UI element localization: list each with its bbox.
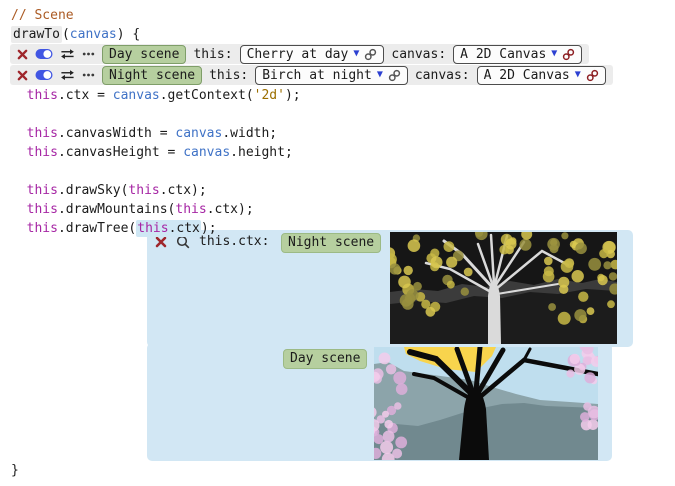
keyword-this: this <box>128 183 159 198</box>
toggle-on-icon[interactable] <box>35 69 53 81</box>
code-line: } <box>0 461 675 480</box>
code-text: .drawMountains( <box>58 202 175 217</box>
canvas-dropdown-value: A 2D Canvas <box>460 47 546 62</box>
code-text: .getContext( <box>160 88 254 103</box>
night-scene-canvas <box>390 232 617 344</box>
this-label: this: <box>193 47 232 62</box>
punct: ( <box>62 27 70 42</box>
this-dropdown-value: Cherry at day <box>247 47 349 62</box>
watch-row-day: Day scene this: Cherry at day ▼ canvas: … <box>10 44 589 64</box>
keyword-this: this <box>27 221 58 236</box>
code-line: this.drawTree(this.ctx); <box>0 219 675 238</box>
code-line-blank <box>0 105 675 124</box>
code-line: // Scene <box>0 6 675 25</box>
canvas-label: canvas: <box>391 47 446 62</box>
chevron-down-icon: ▼ <box>575 70 581 80</box>
link-icon[interactable] <box>586 69 599 82</box>
close-brace: } <box>11 463 19 478</box>
swap-icon[interactable] <box>60 69 75 81</box>
keyword-this: this <box>27 202 58 217</box>
keyword-this: this <box>27 88 58 103</box>
id-canvas: canvas <box>113 88 160 103</box>
code-text: .ctx); <box>207 202 254 217</box>
day-scene-canvas <box>374 347 598 460</box>
close-icon[interactable] <box>17 70 28 81</box>
code-text: .drawSky( <box>58 183 128 198</box>
canvas-dropdown[interactable]: A 2D Canvas ▼ <box>453 45 582 64</box>
code-line: this.drawSky(this.ctx); <box>0 181 675 200</box>
string-2d: '2d' <box>254 88 285 103</box>
link-icon[interactable] <box>562 48 575 61</box>
code-line: this.canvasWidth = canvas.width; <box>0 124 675 143</box>
code-line-blank <box>0 162 675 181</box>
code-text: .ctx = <box>58 88 113 103</box>
watch-row-night: Night scene this: Birch at night ▼ canva… <box>10 65 613 85</box>
this-label: this: <box>209 68 248 83</box>
code-line: this.canvasHeight = canvas.height; <box>0 143 675 162</box>
keyword-this: this <box>137 221 168 236</box>
scene-tag-night[interactable]: Night scene <box>102 66 202 85</box>
chevron-down-icon: ▼ <box>551 49 557 59</box>
toggle-on-icon[interactable] <box>35 48 53 60</box>
close-icon[interactable] <box>17 49 28 60</box>
id-canvas: canvas <box>175 126 222 141</box>
code-text: .drawTree( <box>58 221 136 236</box>
more-icon[interactable] <box>82 69 95 81</box>
scene-tag-day[interactable]: Day scene <box>283 349 367 369</box>
code-text: .height; <box>230 145 293 160</box>
code-text: .canvasWidth = <box>58 126 175 141</box>
indent <box>11 202 27 217</box>
method-name[interactable]: drawTo <box>11 26 62 43</box>
canvas-label: canvas: <box>415 68 470 83</box>
code-editor: // Scene drawTo(canvas) { Day scene this… <box>0 0 675 480</box>
indent <box>11 183 27 198</box>
link-icon[interactable] <box>388 69 401 82</box>
code-text: ); <box>201 221 217 236</box>
probe-popup: this.ctx: Night scene Day scene <box>147 230 633 461</box>
keyword-this: this <box>27 145 58 160</box>
indent <box>11 88 27 103</box>
code-line: this.ctx = canvas.getContext('2d'); <box>0 86 675 105</box>
code-line: this.drawMountains(this.ctx); <box>0 200 675 219</box>
link-icon[interactable] <box>364 48 377 61</box>
canvas-dropdown-value: A 2D Canvas <box>484 68 570 83</box>
scene-tag-day[interactable]: Day scene <box>102 45 186 64</box>
chevron-down-icon: ▼ <box>353 49 359 59</box>
canvas-dropdown[interactable]: A 2D Canvas ▼ <box>477 66 606 85</box>
code-text: .ctx <box>169 221 200 236</box>
swap-icon[interactable] <box>60 48 75 60</box>
code-text: .canvasHeight = <box>58 145 183 160</box>
keyword-this: this <box>175 202 206 217</box>
keyword-this: this <box>27 183 58 198</box>
code-text: .ctx); <box>160 183 207 198</box>
probed-expression[interactable]: this.ctx <box>136 220 201 237</box>
punct: ) { <box>117 27 140 42</box>
param-canvas: canvas <box>70 27 117 42</box>
indent <box>11 126 27 141</box>
this-dropdown-value: Birch at night <box>262 68 372 83</box>
indent <box>11 221 27 236</box>
id-canvas: canvas <box>183 145 230 160</box>
comment-scene: // Scene <box>11 8 74 23</box>
chevron-down-icon: ▼ <box>377 70 383 80</box>
indent <box>11 145 27 160</box>
more-icon[interactable] <box>82 48 95 60</box>
code-text: ); <box>285 88 301 103</box>
keyword-this: this <box>27 126 58 141</box>
this-dropdown[interactable]: Birch at night ▼ <box>255 66 408 85</box>
code-line: drawTo(canvas) { <box>0 25 675 44</box>
this-dropdown[interactable]: Cherry at day ▼ <box>240 45 385 64</box>
code-text: .width; <box>222 126 277 141</box>
